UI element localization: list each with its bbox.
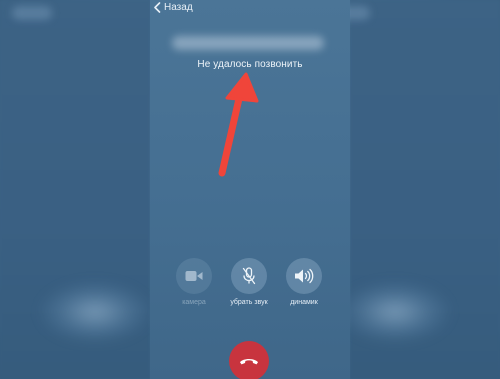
back-label: Назад	[164, 2, 193, 13]
phone-hangup-icon	[240, 359, 258, 365]
contact-name-blurred	[172, 36, 324, 50]
left-glow	[40, 282, 150, 342]
mute-label: убрать звук	[230, 299, 268, 306]
left-top-blur	[12, 6, 52, 20]
call-status-text: Не удалось позвонить	[197, 59, 303, 70]
speaker-icon	[295, 268, 314, 284]
mute-button[interactable]	[231, 258, 267, 294]
speaker-control[interactable]: динамик	[284, 258, 324, 306]
microphone-mute-icon	[242, 267, 256, 285]
camera-control: камера	[174, 258, 214, 306]
speaker-button[interactable]	[286, 258, 322, 294]
red-arrow-icon	[218, 72, 259, 177]
end-call-button[interactable]	[229, 341, 269, 379]
right-glow	[340, 282, 450, 342]
mute-control[interactable]: убрать звук	[229, 258, 269, 306]
video-camera-icon	[185, 271, 203, 281]
call-screen: Назад Не удалось позвонить камера убрать…	[150, 0, 350, 379]
camera-label: камера	[182, 299, 206, 306]
screen: Назад Не удалось позвонить камера убрать…	[0, 0, 500, 379]
speaker-label: динамик	[290, 299, 318, 306]
chevron-left-icon	[154, 2, 161, 13]
back-button[interactable]: Назад	[153, 2, 193, 13]
camera-button	[176, 258, 212, 294]
